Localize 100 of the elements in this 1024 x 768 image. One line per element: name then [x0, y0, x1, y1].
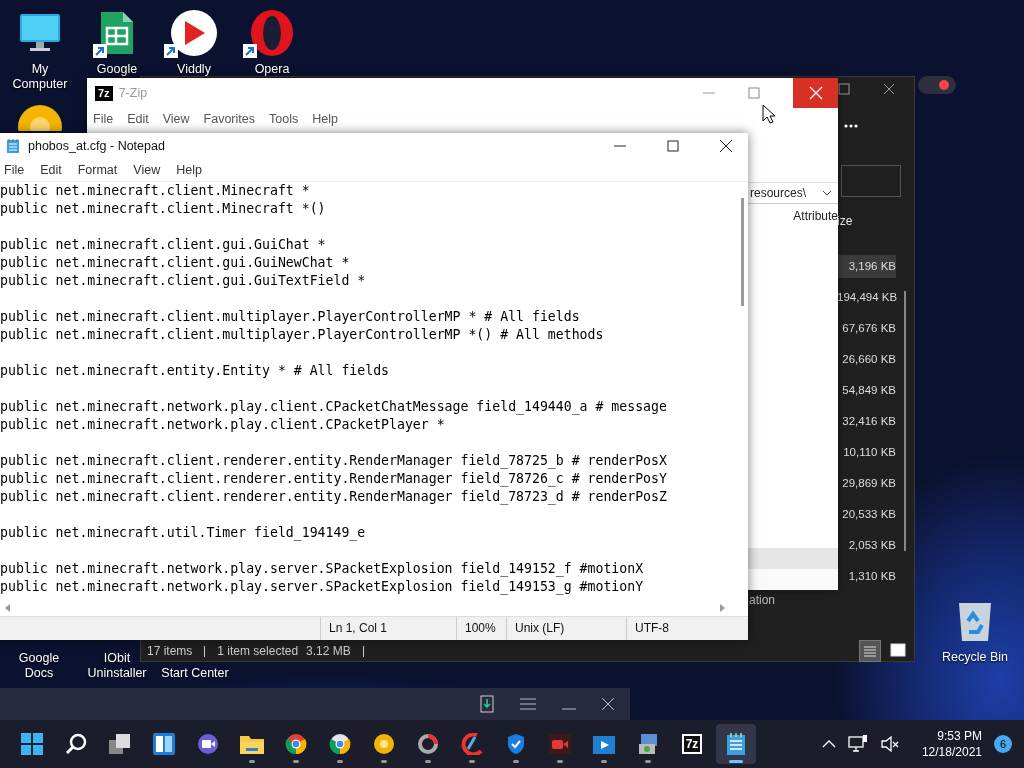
- desktop-icon-label[interactable]: Start Center: [161, 666, 229, 681]
- horizontal-scrollbar[interactable]: [0, 600, 748, 616]
- code-line: public net.minecraft.client.renderer.entity.RenderManager field_78723_d # renderPosZ: [0, 489, 667, 504]
- search-icon[interactable]: [65, 733, 87, 755]
- encoding: UTF-8: [626, 617, 748, 640]
- code-line: public net.minecraft.network.play.client.CPacketPlayer *: [0, 417, 445, 432]
- monitor-icon[interactable]: [18, 12, 62, 54]
- file-size-cell[interactable]: 29,869 KB: [837, 468, 914, 499]
- code-line: public net.minecraft.client.gui.GuiChat *: [0, 237, 326, 252]
- code-line: public net.minecraft.client.gui.GuiTextField *: [0, 273, 366, 288]
- video-chat-icon[interactable]: [197, 733, 219, 755]
- menu-item[interactable]: Edit: [127, 112, 149, 126]
- maximize-icon[interactable]: [838, 83, 850, 95]
- window-title: 7-Zip: [118, 86, 148, 100]
- shield-icon[interactable]: [506, 733, 526, 755]
- code-line: public net.minecraft.network.play.server.SPacketExplosion field_149152_f #motionX: [0, 561, 644, 576]
- menu-item[interactable]: Edit: [40, 163, 62, 177]
- desktop-icon-label[interactable]: Google Docs: [4, 651, 74, 681]
- task-view-icon[interactable]: [109, 734, 131, 754]
- scrollbar[interactable]: [904, 291, 906, 551]
- menu-item[interactable]: View: [133, 163, 161, 177]
- file-size-cell[interactable]: 20,533 KB: [837, 499, 914, 530]
- close-icon: [808, 86, 823, 100]
- desktop-icon-label[interactable]: Viddly: [177, 62, 211, 77]
- selection-size: 3.12 MB: [306, 644, 351, 658]
- media-player-icon[interactable]: [592, 733, 616, 755]
- file-size-cell[interactable]: 26,660 KB: [837, 344, 914, 375]
- recording-indicator-icon[interactable]: [918, 76, 956, 94]
- video-camera-icon[interactable]: [548, 733, 572, 755]
- line-ending: Unix (LF): [506, 617, 626, 640]
- zoom-level: 100%: [456, 617, 506, 640]
- menu-item[interactable]: File: [93, 112, 114, 126]
- notification-badge[interactable]: 6: [994, 735, 1012, 753]
- selection-info: 1 item selected: [217, 644, 299, 658]
- file-size-cell[interactable]: 3,196 KB: [837, 255, 896, 278]
- windows-start-icon[interactable]: [21, 733, 43, 755]
- desktop-icon-label[interactable]: Opera: [254, 62, 290, 77]
- notepad-icon[interactable]: [726, 732, 746, 756]
- clock[interactable]: 9:53 PM 12/18/2021: [921, 728, 982, 760]
- chevron-up-icon[interactable]: [821, 740, 836, 748]
- menu-item[interactable]: Favorites: [203, 112, 255, 126]
- download-icon[interactable]: [480, 695, 494, 713]
- menu-item[interactable]: File: [4, 163, 25, 177]
- browser-icon[interactable]: [285, 733, 307, 755]
- network-icon[interactable]: [847, 735, 868, 753]
- volume-muted-icon[interactable]: [879, 735, 900, 753]
- brush-icon[interactable]: [461, 733, 483, 755]
- code-line: public net.minecraft.entity.Entity * # All fields: [0, 363, 390, 378]
- code-line: public net.minecraft.client.renderer.entity.RenderManager field_78726_c # renderPosY: [0, 471, 667, 486]
- menu-item[interactable]: Format: [77, 163, 118, 177]
- mouse-cursor-icon: [762, 104, 776, 124]
- menu-item[interactable]: Help: [312, 112, 338, 126]
- file-size-cell[interactable]: 67,676 KB: [837, 313, 914, 344]
- menu-item[interactable]: Tools: [269, 112, 299, 126]
- code-line: public net.minecraft.network.play.client.CPacketChatMessage field_149440_a # message: [0, 399, 667, 414]
- file-size-cell[interactable]: 10,110 KB: [837, 437, 914, 468]
- code-line: public net.minecraft.client.multiplayer.PlayerControllerMP *() # All methods: [0, 327, 604, 342]
- browser-dev-icon[interactable]: [329, 733, 351, 755]
- file-size-cell[interactable]: 54,849 KB: [837, 375, 914, 406]
- scroll-left-icon[interactable]: [4, 604, 12, 612]
- installer-icon[interactable]: [637, 732, 659, 756]
- circle-logo-icon[interactable]: [373, 733, 395, 755]
- ring-logo-icon[interactable]: [249, 9, 295, 57]
- file-size-cell[interactable]: 194,494 KB: [837, 282, 914, 313]
- scroll-right-icon[interactable]: [718, 604, 726, 612]
- spreadsheet-icon[interactable]: [99, 10, 135, 56]
- desktop-icon-label[interactable]: Google: [96, 62, 138, 77]
- app-logo-icon: 7z: [95, 85, 113, 101]
- code-line: public net.minecraft.util.Timer field_194149_e: [0, 525, 366, 540]
- menu-icon[interactable]: [520, 698, 536, 710]
- search-field[interactable]: [841, 165, 901, 197]
- notepad-icon: [6, 138, 20, 154]
- code-line: public net.minecraft.client.gui.GuiNewChat *: [0, 255, 350, 270]
- file-type-text: ation: [748, 593, 775, 607]
- folder-icon[interactable]: [240, 734, 264, 754]
- menu-item[interactable]: View: [162, 112, 190, 126]
- desktop-icon-label[interactable]: Recycle Bin: [942, 650, 1008, 665]
- cursor-position: Ln 1, Col 1: [320, 617, 456, 640]
- code-line: public net.minecraft.client.renderer.entity.RenderManager field_78725_b # renderPosX: [0, 453, 667, 468]
- file-size-cell[interactable]: 2,053 KB: [837, 530, 914, 561]
- code-line: public net.minecraft.client.Minecraft *(): [0, 201, 326, 216]
- play-logo-icon[interactable]: [170, 9, 218, 57]
- close-icon[interactable]: [720, 140, 732, 152]
- code-line: public net.minecraft.network.play.server.SPacketExplosion field_149153_g #motionY: [0, 579, 644, 594]
- menu-item[interactable]: Help: [176, 163, 202, 177]
- widgets-icon[interactable]: [153, 733, 175, 755]
- archive-app-icon[interactable]: 7z: [681, 734, 703, 754]
- code-line: public net.minecraft.client.multiplayer.PlayerControllerMP * # All fields: [0, 309, 580, 324]
- details-view-icon[interactable]: [860, 641, 880, 661]
- window-title: phobos_at.cfg - Notepad: [28, 139, 165, 153]
- close-icon[interactable]: [883, 83, 895, 95]
- ring-icon[interactable]: [417, 733, 439, 755]
- column-header[interactable]: Attribute: [793, 209, 838, 223]
- desktop-icon-label[interactable]: My Computer: [5, 62, 75, 92]
- column-header[interactable]: ize: [837, 201, 914, 238]
- file-size-cell[interactable]: 1,310 KB: [837, 561, 914, 592]
- file-size-cell[interactable]: 32,416 KB: [837, 406, 914, 437]
- close-icon[interactable]: [602, 698, 614, 710]
- maximize-icon[interactable]: [667, 140, 679, 152]
- more-options-icon[interactable]: [844, 124, 858, 128]
